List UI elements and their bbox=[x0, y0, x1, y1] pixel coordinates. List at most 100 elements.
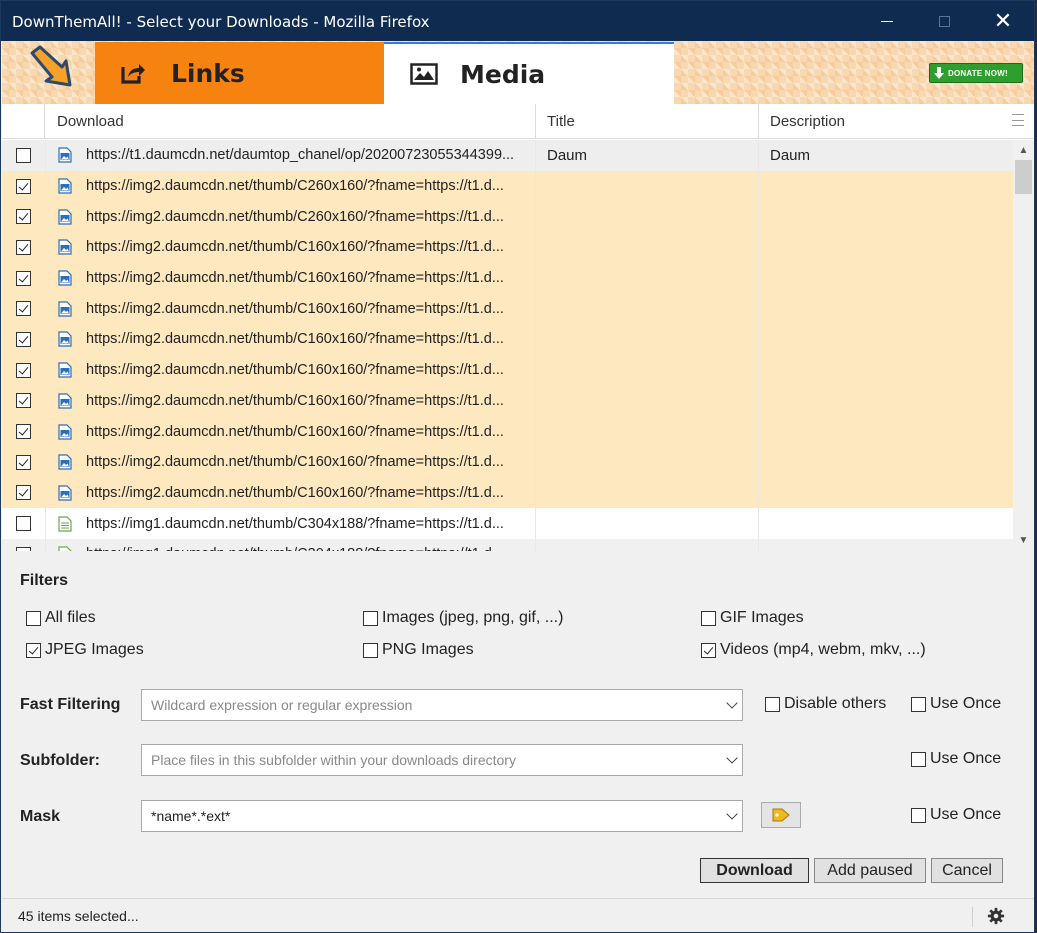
fast-filtering-use-once[interactable]: Use Once bbox=[911, 695, 1001, 713]
minimize-button[interactable] bbox=[859, 1, 915, 41]
scroll-up-icon[interactable]: ▲ bbox=[1013, 142, 1034, 159]
filter-videos[interactable]: Videos (mp4, webm, mkv, ...) bbox=[701, 641, 926, 659]
row-select-cell[interactable] bbox=[2, 170, 46, 202]
disable-others-option[interactable]: Disable others bbox=[765, 695, 886, 713]
row-select-cell[interactable] bbox=[2, 385, 46, 417]
row-checkbox[interactable] bbox=[16, 331, 31, 347]
row-checkbox[interactable] bbox=[16, 178, 31, 194]
vertical-scrollbar[interactable]: ▲ ▼ bbox=[1013, 140, 1034, 551]
row-checkbox[interactable] bbox=[16, 424, 31, 440]
row-checkbox[interactable] bbox=[16, 301, 31, 317]
chevron-down-icon[interactable] bbox=[726, 808, 738, 820]
table-row[interactable]: https://img2.daumcdn.net/thumb/C160x160/… bbox=[2, 385, 1013, 417]
row-select-cell[interactable] bbox=[2, 201, 46, 233]
column-header-description[interactable]: Description bbox=[759, 104, 1009, 139]
tab-links[interactable]: Links bbox=[95, 42, 384, 104]
row-select-cell[interactable] bbox=[2, 140, 46, 171]
title-cell bbox=[536, 293, 759, 325]
column-header-download[interactable]: Download bbox=[46, 104, 536, 139]
checkbox[interactable] bbox=[26, 642, 41, 658]
downloads-table: Download Title Description https://t1.da… bbox=[2, 104, 1034, 551]
checkbox[interactable] bbox=[363, 642, 378, 658]
row-checkbox[interactable] bbox=[16, 239, 31, 255]
description-cell bbox=[759, 324, 1012, 355]
close-button[interactable]: ✕ bbox=[975, 1, 1031, 41]
download-button[interactable]: Download bbox=[700, 858, 809, 883]
table-row[interactable]: https://img2.daumcdn.net/thumb/C160x160/… bbox=[2, 293, 1013, 325]
table-row[interactable]: https://img1.daumcdn.net/thumb/C304x188/… bbox=[2, 508, 1013, 539]
row-select-cell[interactable] bbox=[2, 232, 46, 263]
filters-panel: Filters All files Images (jpeg, png, gif… bbox=[2, 551, 1034, 898]
table-row[interactable]: https://img2.daumcdn.net/thumb/C160x160/… bbox=[2, 416, 1013, 447]
column-menu-icon[interactable] bbox=[1012, 114, 1024, 126]
download-url: https://img2.daumcdn.net/thumb/C160x160/… bbox=[86, 331, 504, 348]
mask-tags-button[interactable] bbox=[761, 802, 801, 828]
filter-all-files[interactable]: All files bbox=[26, 609, 96, 627]
row-checkbox[interactable] bbox=[16, 454, 31, 470]
filter-png-images[interactable]: PNG Images bbox=[363, 641, 474, 659]
table-row[interactable]: https://img2.daumcdn.net/thumb/C160x160/… bbox=[2, 324, 1013, 355]
header-select-column[interactable] bbox=[2, 104, 45, 139]
table-row[interactable]: https://img2.daumcdn.net/thumb/C260x160/… bbox=[2, 201, 1013, 233]
subfolder-use-once[interactable]: Use Once bbox=[911, 750, 1001, 768]
row-select-cell[interactable] bbox=[2, 293, 46, 325]
checkbox[interactable] bbox=[765, 696, 780, 712]
donate-button[interactable]: DONATE NOW! bbox=[929, 63, 1023, 83]
checkbox[interactable] bbox=[363, 610, 378, 626]
column-header-title[interactable]: Title bbox=[536, 104, 759, 139]
checkbox[interactable] bbox=[911, 696, 926, 712]
fast-filtering-input[interactable]: Wildcard expression or regular expressio… bbox=[141, 689, 743, 721]
table-row[interactable]: https://t1.daumcdn.net/daumtop_chanel/op… bbox=[2, 140, 1013, 171]
table-row[interactable]: https://img2.daumcdn.net/thumb/C160x160/… bbox=[2, 232, 1013, 263]
maximize-button[interactable] bbox=[916, 1, 972, 41]
chevron-down-icon[interactable] bbox=[726, 697, 738, 709]
chevron-down-icon[interactable] bbox=[726, 752, 738, 764]
gear-icon[interactable] bbox=[987, 907, 1005, 925]
document-file-icon bbox=[58, 515, 72, 532]
scroll-down-icon[interactable]: ▼ bbox=[1013, 532, 1034, 549]
checkbox[interactable] bbox=[911, 807, 926, 823]
mask-use-once[interactable]: Use Once bbox=[911, 806, 1001, 824]
row-checkbox[interactable] bbox=[16, 393, 31, 409]
row-select-cell[interactable] bbox=[2, 416, 46, 447]
row-select-cell[interactable] bbox=[2, 324, 46, 355]
row-checkbox[interactable] bbox=[16, 516, 31, 532]
filter-gif-images[interactable]: GIF Images bbox=[701, 609, 804, 627]
cancel-button[interactable]: Cancel bbox=[931, 858, 1003, 883]
description-cell bbox=[759, 416, 1012, 447]
filter-jpeg-images[interactable]: JPEG Images bbox=[26, 641, 144, 659]
table-row[interactable]: https://img2.daumcdn.net/thumb/C160x160/… bbox=[2, 354, 1013, 386]
row-select-cell[interactable] bbox=[2, 354, 46, 386]
row-checkbox[interactable] bbox=[16, 270, 31, 286]
download-url: https://img2.daumcdn.net/thumb/C160x160/… bbox=[86, 270, 504, 287]
row-checkbox[interactable] bbox=[16, 209, 31, 225]
download-cell: https://img2.daumcdn.net/thumb/C160x160/… bbox=[46, 324, 536, 355]
table-row[interactable]: https://img2.daumcdn.net/thumb/C160x160/… bbox=[2, 446, 1013, 478]
row-checkbox[interactable] bbox=[16, 362, 31, 378]
download-url: https://img2.daumcdn.net/thumb/C160x160/… bbox=[86, 362, 504, 379]
mask-input[interactable]: *name*.*ext* bbox=[141, 800, 743, 832]
row-select-cell[interactable] bbox=[2, 538, 46, 551]
image-file-icon bbox=[58, 331, 72, 348]
table-row[interactable]: https://img1.daumcdn.net/thumb/C304x188/… bbox=[2, 538, 1013, 551]
row-select-cell[interactable] bbox=[2, 262, 46, 294]
table-row[interactable]: https://img2.daumcdn.net/thumb/C160x160/… bbox=[2, 477, 1013, 509]
tab-media[interactable]: Media bbox=[384, 42, 674, 104]
table-row[interactable]: https://img2.daumcdn.net/thumb/C260x160/… bbox=[2, 170, 1013, 202]
add-paused-button[interactable]: Add paused bbox=[814, 858, 926, 883]
title-cell: Daum bbox=[536, 140, 759, 171]
checkbox[interactable] bbox=[26, 610, 41, 626]
checkbox[interactable] bbox=[911, 751, 926, 767]
row-checkbox[interactable] bbox=[16, 147, 31, 163]
checkbox[interactable] bbox=[701, 610, 716, 626]
checkbox[interactable] bbox=[701, 642, 716, 658]
image-file-icon bbox=[58, 423, 72, 440]
scrollbar-thumb[interactable] bbox=[1015, 160, 1032, 194]
row-checkbox[interactable] bbox=[16, 485, 31, 501]
row-select-cell[interactable] bbox=[2, 446, 46, 478]
table-row[interactable]: https://img2.daumcdn.net/thumb/C160x160/… bbox=[2, 262, 1013, 294]
filter-images[interactable]: Images (jpeg, png, gif, ...) bbox=[363, 609, 563, 627]
subfolder-input[interactable]: Place files in this subfolder within you… bbox=[141, 744, 743, 776]
row-select-cell[interactable] bbox=[2, 508, 46, 539]
row-select-cell[interactable] bbox=[2, 477, 46, 509]
